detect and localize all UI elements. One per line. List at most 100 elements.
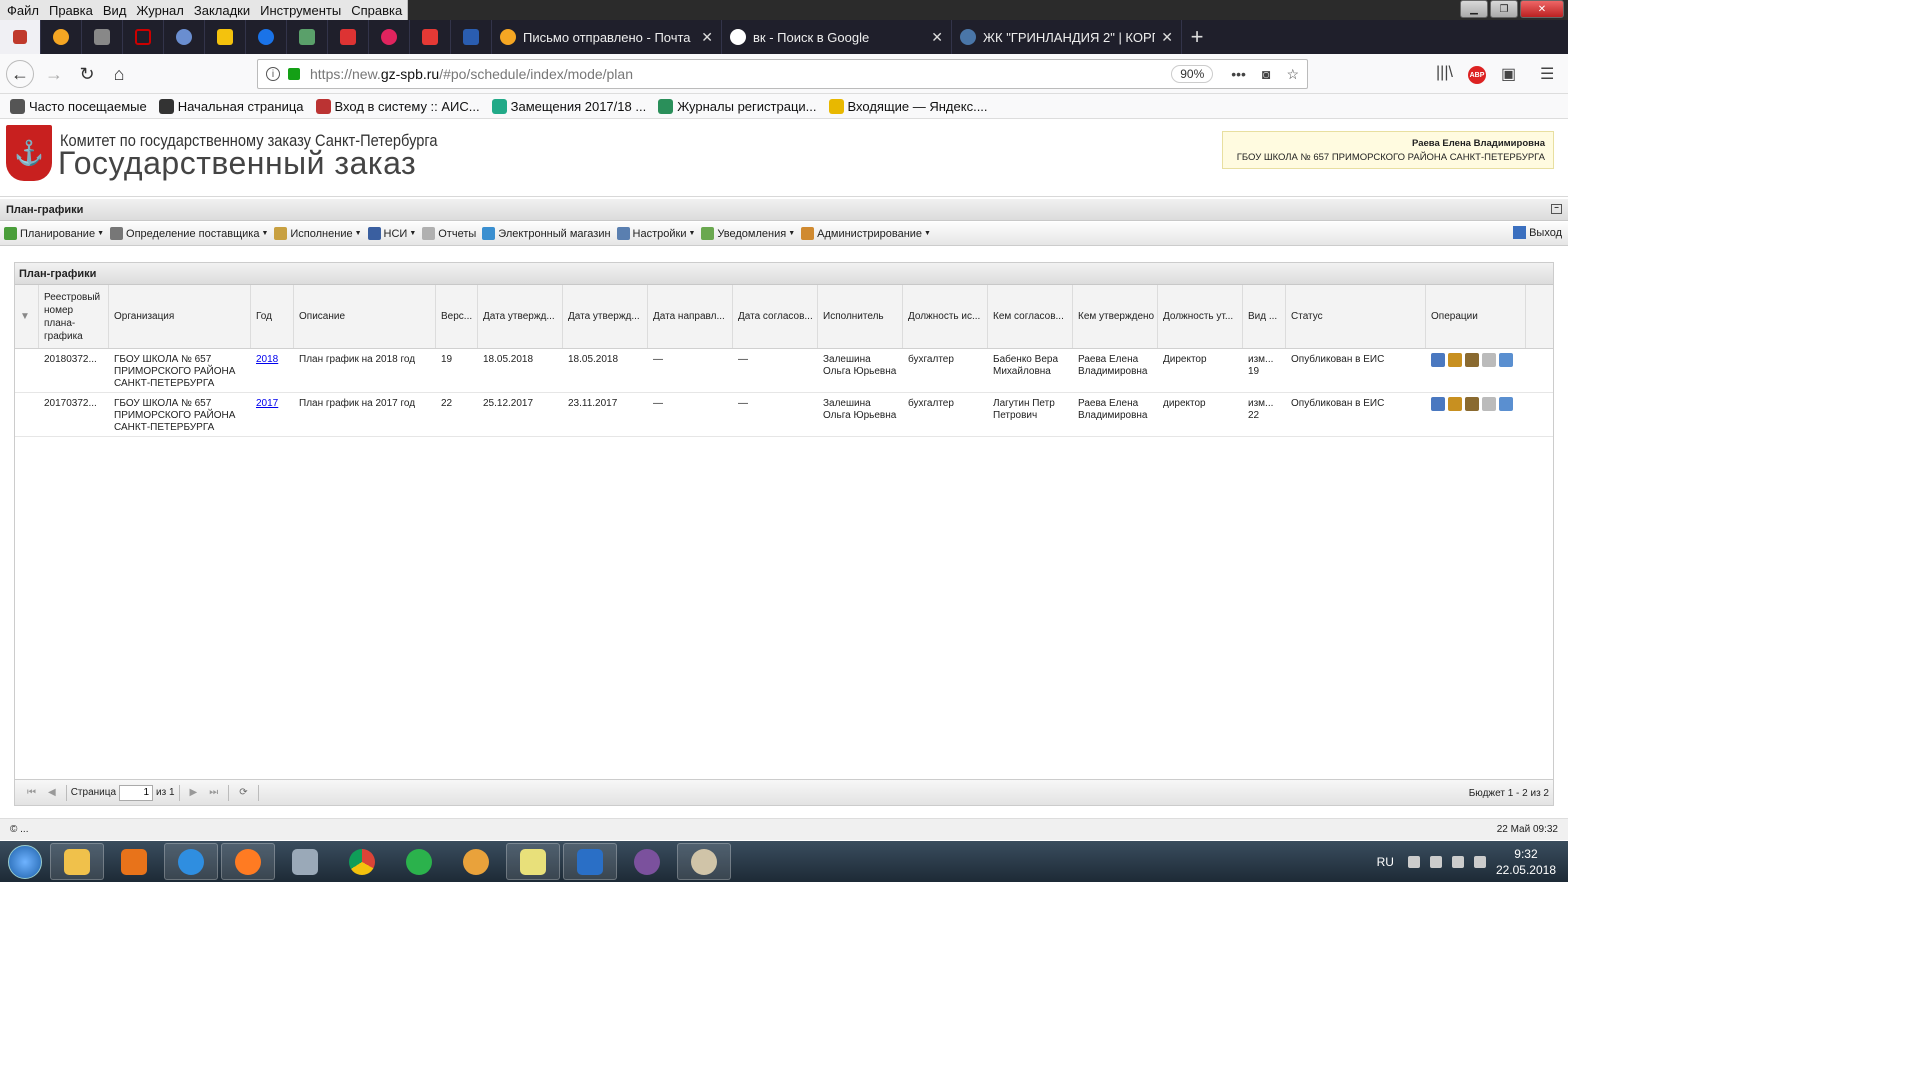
column-header[interactable]: Дата согласов... [733,285,818,348]
menu-item[interactable]: Правка [44,3,98,18]
users-icon[interactable] [1465,353,1479,367]
minimize-button[interactable]: ▁ [1460,0,1488,18]
pocket-icon[interactable]: ◙ [1262,66,1270,83]
toolbar-admin-user-button[interactable]: Администрирование ▼ [801,227,931,240]
more-icon[interactable]: ••• [1231,66,1246,83]
info-icon[interactable] [1499,397,1513,411]
close-tab-icon[interactable]: ✕ [931,29,943,46]
toolbar-cart-button[interactable]: Электронный магазин [482,227,611,240]
menu-item[interactable]: Закладки [189,3,255,18]
column-header[interactable]: Год [251,285,294,348]
document-icon[interactable] [1482,353,1496,367]
adblock-icon[interactable]: ABP [1468,66,1486,84]
column-header[interactable]: Операции [1426,285,1526,348]
library-icon[interactable]: |||\ [1436,64,1453,82]
pinned-tab[interactable] [410,20,451,54]
column-header[interactable]: Дата утвержд... [563,285,648,348]
column-header[interactable]: Вид ... [1243,285,1286,348]
bookmark-item[interactable]: Часто посещаемые [10,98,147,114]
filter-column-header[interactable]: ▼ [15,285,39,348]
menu-item[interactable]: Справка [346,3,407,18]
pinned-tab[interactable] [41,20,82,54]
emblem-icon[interactable] [1448,397,1462,411]
hamburger-menu-icon[interactable]: ☰ [1540,64,1554,84]
column-header[interactable]: Должность ут... [1158,285,1243,348]
edit-pencil-icon[interactable] [1431,397,1445,411]
close-tab-icon[interactable]: ✕ [1161,29,1173,46]
pinned-tab[interactable] [0,20,41,54]
new-tab-button[interactable]: + [1182,20,1212,54]
toolbar-book-button[interactable]: НСИ ▼ [367,227,416,240]
info-icon[interactable]: i [266,67,280,81]
emblem-icon[interactable] [1448,353,1462,367]
year-link[interactable]: 2018 [256,354,278,365]
toolbar-wrench-button[interactable]: Настройки ▼ [616,227,695,240]
back-button[interactable]: ← [6,60,34,88]
column-header[interactable]: Реестровый номер плана-графика [39,285,109,348]
browser-tab[interactable]: Письмо отправлено - Почта Mail.Ru ✕ [492,20,722,54]
table-row[interactable]: 20170372... ГБОУ ШКОЛА № 657 ПРИМОРСКОГО … [15,393,1553,437]
bookmark-item[interactable]: Журналы регистраци... [658,98,817,114]
column-header[interactable]: Описание [294,285,436,348]
close-window-button[interactable]: ✕ [1520,0,1564,18]
bookmark-item[interactable]: Начальная страница [158,98,304,114]
bookmark-item[interactable]: Входящие — Яндекс.... [828,98,988,114]
tray-arrow-icon[interactable] [1407,855,1420,868]
taskbar-app[interactable] [392,843,446,880]
pinned-tab[interactable] [287,20,328,54]
first-page-icon[interactable]: ⏮ [27,787,36,798]
toolbar-planning-button[interactable]: Планирование ▼ [4,227,104,240]
sidebar-icon[interactable]: ▣ [1501,64,1516,84]
home-button[interactable]: ⌂ [105,60,133,88]
zoom-indicator[interactable]: 90% [1171,65,1214,83]
toolbar-supplier-gears-button[interactable]: Определение поставщика ▼ [110,227,268,240]
column-header[interactable]: Дата направл... [648,285,733,348]
taskbar-app[interactable] [677,843,731,880]
column-header[interactable]: Кем утверждено [1073,285,1158,348]
document-icon[interactable] [1482,397,1496,411]
table-row[interactable]: 20180372... ГБОУ ШКОЛА № 657 ПРИМОРСКОГО … [15,349,1553,393]
column-header[interactable]: Дата утвержд... [478,285,563,348]
users-icon[interactable] [1465,397,1479,411]
pinned-tab[interactable] [369,20,410,54]
column-header[interactable]: Кем согласов... [988,285,1073,348]
toolbar-notifications-button[interactable]: Уведомления ▼ [701,227,795,240]
browser-tab[interactable]: вк - Поиск в Google ✕ [722,20,952,54]
clock[interactable]: 9:32 22.05.2018 [1496,846,1556,878]
maximize-button[interactable]: ❐ [1490,0,1518,18]
column-header[interactable]: Исполнитель [818,285,903,348]
column-header[interactable]: Верс... [436,285,478,348]
start-button[interactable] [0,841,50,882]
taskbar-app[interactable] [335,843,389,880]
menu-item[interactable]: Вид [98,3,132,18]
pinned-tab[interactable] [123,20,164,54]
flag-icon[interactable] [1451,855,1464,868]
year-link[interactable]: 2017 [256,398,278,409]
pinned-tab[interactable] [246,20,287,54]
browser-tab[interactable]: ЖК "ГРИНЛАНДИЯ 2" | КОРПУС ✕ [952,20,1182,54]
network-icon[interactable] [1429,855,1442,868]
toolbar-report-button[interactable]: Отчеты [422,227,476,240]
taskbar-app[interactable] [278,843,332,880]
menu-item[interactable]: Файл [2,3,44,18]
pinned-tab[interactable] [82,20,123,54]
taskbar-app[interactable] [107,843,161,880]
forward-button[interactable]: → [40,60,68,88]
page-input[interactable] [119,784,154,801]
prev-page-icon[interactable]: ◀ [48,787,56,798]
url-text[interactable]: https://new.gz-spb.ru/#po/schedule/index… [310,66,1171,82]
filter-icon[interactable]: ▼ [20,311,30,322]
pinned-tab[interactable] [451,20,492,54]
menu-item[interactable]: Журнал [131,3,188,18]
bookmark-item[interactable]: Вход в систему :: АИС... [315,98,480,114]
language-indicator[interactable]: RU [1377,855,1394,869]
column-header[interactable]: Должность ис... [903,285,988,348]
exit-button[interactable]: Выход [1513,226,1562,239]
column-header[interactable]: Организация [109,285,251,348]
taskbar-app[interactable] [563,843,617,880]
taskbar-app[interactable] [506,843,560,880]
url-bar[interactable]: i https://new.gz-spb.ru/#po/schedule/ind… [257,59,1308,89]
taskbar-app[interactable] [164,843,218,880]
taskbar-app[interactable] [50,843,104,880]
pinned-tab[interactable] [205,20,246,54]
